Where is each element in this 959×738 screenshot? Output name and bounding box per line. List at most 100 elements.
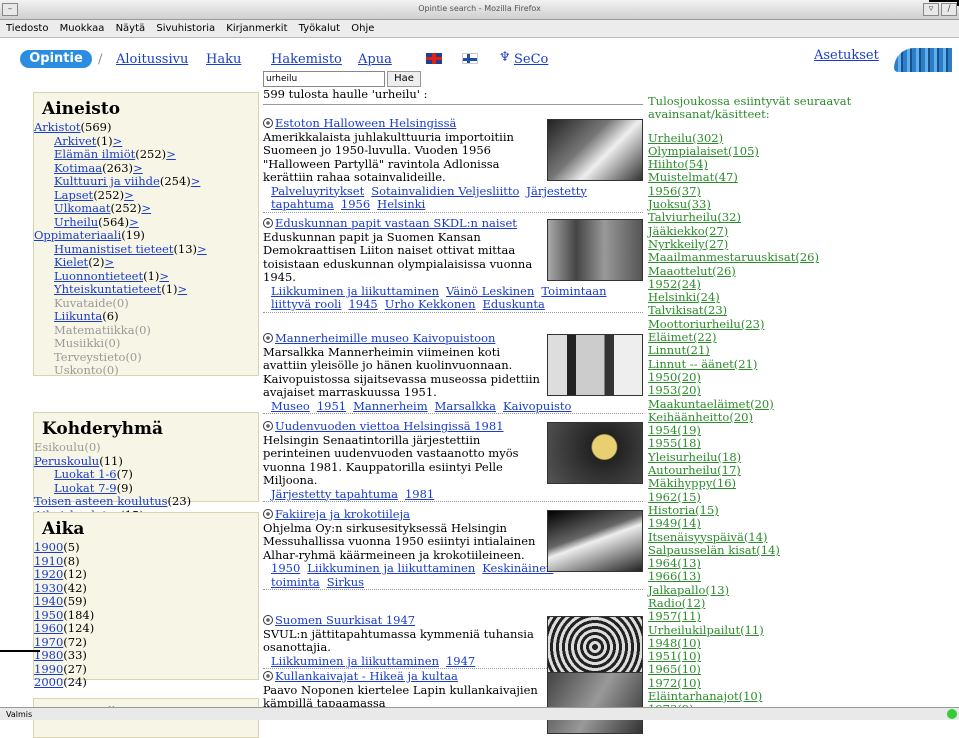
- facet-label[interactable]: Peruskoulu: [34, 454, 99, 468]
- facet-label[interactable]: Arkivet: [54, 134, 96, 148]
- result-tag-link[interactable]: 1950: [271, 561, 300, 575]
- result-tag-link[interactable]: Urho Kekkonen: [385, 297, 476, 311]
- facet-row[interactable]: 1950(184): [34, 608, 258, 623]
- result-tag-link[interactable]: Väinö Leskinen: [446, 284, 534, 298]
- expand-arrow-icon[interactable]: >: [197, 242, 207, 256]
- expand-arrow-icon[interactable]: >: [113, 134, 123, 148]
- result-tag-link[interactable]: 1947: [446, 654, 475, 668]
- facet-label[interactable]: Ulkomaat: [54, 201, 111, 215]
- result-tag-link[interactable]: 1981: [405, 487, 434, 501]
- facet-label[interactable]: Toisen asteen koulutus: [34, 494, 168, 508]
- keyword-link[interactable]: 1953(20): [648, 383, 888, 397]
- expand-arrow-icon[interactable]: >: [159, 269, 169, 283]
- result-tag-link[interactable]: Sotainvalidien Veljesliitto: [371, 184, 519, 198]
- keyword-link[interactable]: Linnut -- äänet(21): [648, 357, 888, 371]
- expand-arrow-icon[interactable]: >: [166, 147, 176, 161]
- opintie-logo[interactable]: Opintie: [20, 50, 92, 68]
- keyword-link[interactable]: Urheilu(302): [648, 131, 888, 145]
- keyword-link[interactable]: Jääkiekko(27): [648, 224, 888, 238]
- result-tag-link[interactable]: Liikkuminen ja liikuttaminen: [271, 284, 439, 298]
- facet-row[interactable]: Kielet(2)>: [34, 255, 258, 270]
- expand-arrow-icon[interactable]: >: [178, 282, 188, 296]
- menu-item[interactable]: Ohje: [351, 23, 374, 34]
- facet-row[interactable]: Luokat 7-9(9): [34, 481, 258, 496]
- keyword-link[interactable]: Talvikisat(23): [648, 304, 888, 318]
- result-title-link[interactable]: Kullankaivajat - Hikeä ja kultaa: [275, 669, 458, 683]
- expand-arrow-icon[interactable]: >: [191, 174, 201, 188]
- keyword-link[interactable]: Salpausselän kisat(14): [648, 543, 888, 557]
- keyword-link[interactable]: Hiihto(54): [648, 157, 888, 171]
- facet-row[interactable]: Ulkomaat(252)>: [34, 201, 258, 216]
- facet-row[interactable]: 1970(72): [34, 635, 258, 650]
- result-tag-link[interactable]: 1956: [341, 197, 370, 211]
- result-thumbnail[interactable]: [547, 219, 643, 281]
- result-tag-link[interactable]: Liikkuminen ja liikuttaminen: [271, 654, 439, 668]
- facet-row[interactable]: 1980(33): [34, 648, 258, 663]
- facet-label[interactable]: Urheilu: [54, 215, 98, 229]
- keyword-link[interactable]: 1954(19): [648, 423, 888, 437]
- facet-row[interactable]: 1990(27): [34, 662, 258, 677]
- keyword-link[interactable]: Talviurheilu(32): [648, 211, 888, 225]
- facet-row[interactable]: 1910(8): [34, 554, 258, 569]
- nav-search-link[interactable]: Haku: [206, 52, 241, 67]
- nav-home-link[interactable]: Aloitussivu: [116, 52, 188, 67]
- result-thumbnail[interactable]: [547, 422, 643, 484]
- nav-help-link[interactable]: Apua: [358, 52, 392, 67]
- facet-row[interactable]: Urheilu(564)>: [34, 215, 258, 230]
- facet-label[interactable]: 1950: [34, 608, 63, 622]
- result-tag-link[interactable]: Liikkuminen ja liikuttaminen: [307, 561, 475, 575]
- nav-settings-link[interactable]: Asetukset: [814, 48, 879, 63]
- keyword-link[interactable]: 1957(11): [648, 609, 888, 623]
- result-tag-link[interactable]: Sirkus: [327, 575, 364, 589]
- keyword-link[interactable]: Olympialaiset(105): [648, 144, 888, 158]
- facet-label[interactable]: Arkistot: [34, 120, 81, 134]
- result-title-link[interactable]: Uudenvuoden viettoa Helsingissä 1981: [275, 419, 504, 433]
- facet-label[interactable]: Elämän ilmiöt: [54, 147, 135, 161]
- keyword-link[interactable]: Autourheilu(17): [648, 463, 888, 477]
- facet-label[interactable]: Luonnontieteet: [54, 269, 143, 283]
- expand-arrow-icon[interactable]: >: [104, 255, 114, 269]
- facet-row[interactable]: 1900(5): [34, 540, 258, 555]
- result-title-link[interactable]: Eduskunnan papit vastaan SKDL:n naiset: [275, 216, 517, 230]
- keyword-link[interactable]: Urheilukilpailut(11): [648, 623, 888, 637]
- keyword-link[interactable]: 1950(20): [648, 370, 888, 384]
- facet-row[interactable]: Luonnontieteet(1)>: [34, 269, 258, 284]
- facet-row[interactable]: Yhteiskuntatieteet(1)>: [34, 282, 258, 297]
- facet-row[interactable]: Lapset(252)>: [34, 188, 258, 203]
- facet-label[interactable]: 1930: [34, 581, 63, 595]
- keyword-link[interactable]: 1952(24): [648, 277, 888, 291]
- keyword-link[interactable]: 1949(14): [648, 516, 888, 530]
- keyword-link[interactable]: Moottoriurheilu(23): [648, 317, 888, 331]
- keyword-link[interactable]: Nyrkkeily(27): [648, 237, 888, 251]
- facet-row[interactable]: Liikunta(6): [34, 309, 258, 324]
- result-thumbnail[interactable]: [547, 510, 643, 572]
- result-thumbnail[interactable]: [547, 672, 643, 734]
- facet-label[interactable]: Oppimateriaali: [34, 228, 121, 242]
- result-tag-link[interactable]: Järjestetty tapahtuma: [271, 487, 398, 501]
- facet-label[interactable]: 1970: [34, 635, 63, 649]
- keyword-link[interactable]: 1965(10): [648, 663, 888, 677]
- facet-row[interactable]: Kotimaa(263)>: [34, 161, 258, 176]
- expand-arrow-icon[interactable]: >: [141, 201, 151, 215]
- expand-arrow-icon[interactable]: >: [129, 215, 139, 229]
- facet-label[interactable]: Kotimaa: [54, 161, 102, 175]
- result-tag-link[interactable]: Mannerheim: [353, 399, 428, 413]
- result-title-link[interactable]: Estoton Halloween Helsingissä: [275, 116, 456, 130]
- keyword-link[interactable]: Juoksu(33): [648, 197, 888, 211]
- menu-item[interactable]: Työkalut: [299, 23, 340, 34]
- expand-arrow-icon[interactable]: >: [133, 161, 143, 175]
- facet-label[interactable]: 1900: [34, 540, 63, 554]
- keyword-link[interactable]: Eläimet(22): [648, 330, 888, 344]
- keyword-link[interactable]: Eläintarhanajot(10): [648, 689, 888, 703]
- keyword-link[interactable]: Itsenäisyyspäivä(14): [648, 530, 888, 544]
- facet-label[interactable]: Luokat 1-6: [54, 467, 117, 481]
- menu-item[interactable]: Kirjanmerkit: [226, 23, 287, 34]
- keyword-link[interactable]: Maakuntaeläimet(20): [648, 397, 888, 411]
- result-tag-link[interactable]: 1951: [317, 399, 346, 413]
- facet-label[interactable]: 1920: [34, 567, 63, 581]
- keyword-link[interactable]: Muistelmat(47): [648, 171, 888, 185]
- expand-arrow-icon[interactable]: >: [124, 188, 134, 202]
- finland-flag-icon[interactable]: [462, 53, 478, 64]
- facet-label[interactable]: 1990: [34, 662, 63, 676]
- keyword-link[interactable]: 1955(18): [648, 437, 888, 451]
